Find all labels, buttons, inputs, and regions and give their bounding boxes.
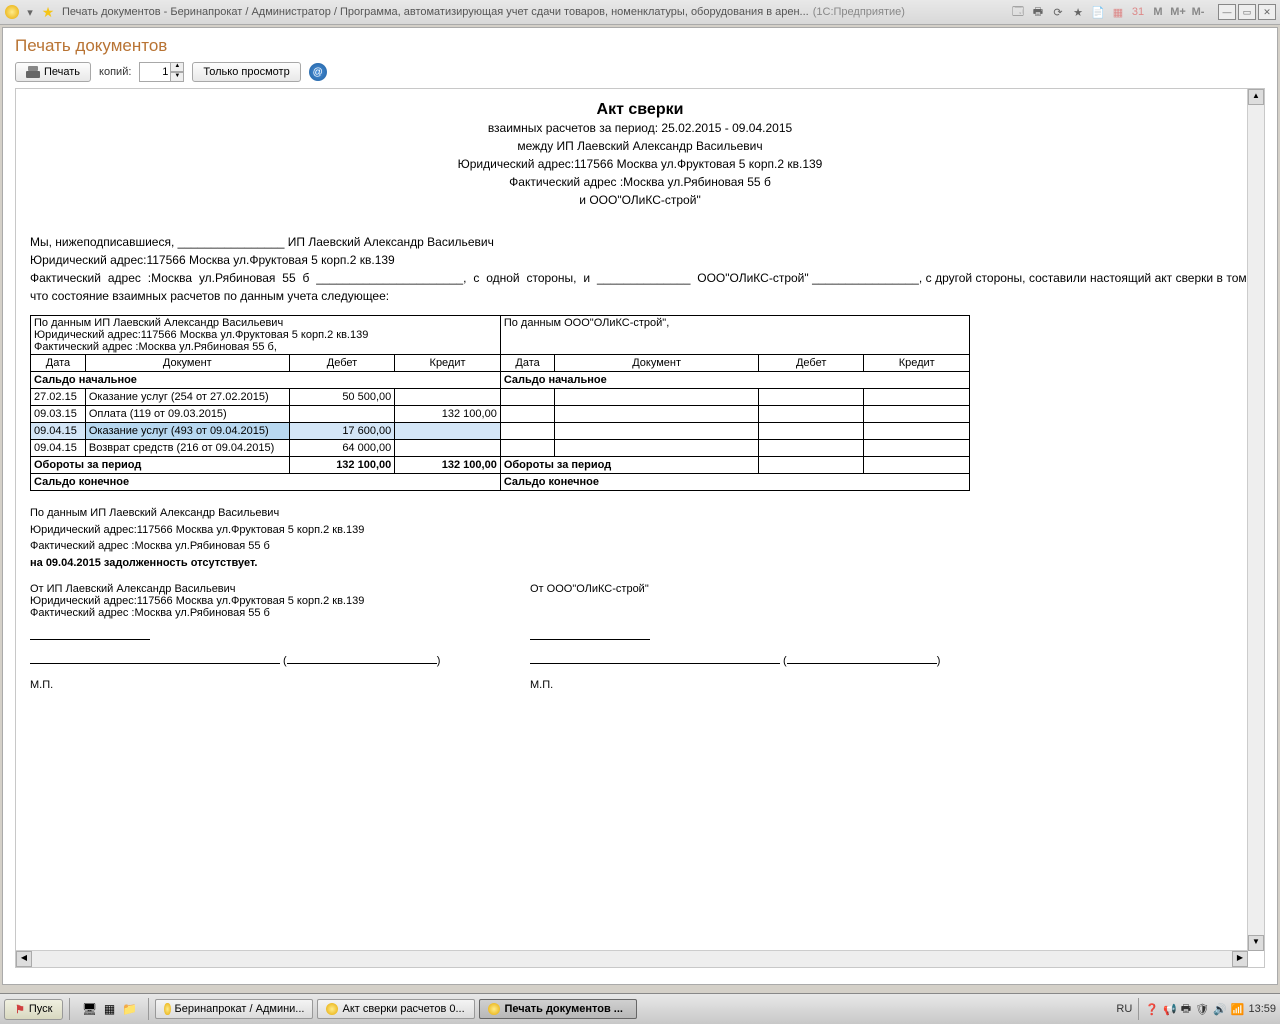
refresh-icon[interactable]: ⟳ [1050,4,1066,20]
signature-block: От ИП Лаевский Александр Васильевич Юрид… [30,583,1250,691]
document-viewport: Акт сверки взаимных расчетов за период: … [15,88,1265,968]
table-row[interactable]: 27.02.15Оказание услуг (254 от 27.02.201… [31,389,970,406]
vertical-scrollbar[interactable]: ▲ ▼ [1247,89,1264,951]
titlebar-icon[interactable]: 📄 [1090,4,1106,20]
table-row: Сальдо начальное Сальдо начальное [31,372,970,389]
titlebar-icon[interactable]: 🗔 [1010,4,1026,20]
preamble-text: Мы, нижеподписавшиеся, ________________ … [30,233,1250,305]
tray-icon[interactable]: 🖶 [1181,1000,1191,1019]
horizontal-scrollbar[interactable]: ◀ ▶ [16,950,1248,967]
taskbar-tab[interactable]: Акт сверки расчетов 0... [317,999,475,1019]
table-row[interactable]: 09.04.15Возврат средств (216 от 09.04.20… [31,440,970,457]
signature-left: От ИП Лаевский Александр Васильевич Юрид… [30,583,470,691]
copies-input[interactable] [139,62,171,82]
table-row: Обороты за период 132 100,00 132 100,00 … [31,457,970,474]
preview-only-button[interactable]: Только просмотр [192,62,300,82]
tray-icon[interactable]: 🔊 [1213,1003,1227,1016]
printer-icon [26,66,40,78]
signature-right: От ООО"ОЛиКС-строй" () М.П. [530,583,970,691]
print-button[interactable]: Печать [15,62,91,82]
memory-mminus-icon[interactable]: M- [1190,4,1206,20]
maximize-button[interactable]: ▭ [1238,4,1256,20]
system-tray: RU ❓ 📢 🖶 🛡 🔊 📶 13:59 [1116,998,1276,1020]
tray-help-icon[interactable]: ❓ [1145,1003,1159,1016]
print-button-label: Печать [44,66,80,78]
scroll-left-button[interactable]: ◀ [16,951,32,967]
tray-icon[interactable]: 📶 [1231,1003,1245,1016]
taskbar: ⚑ Пуск 🖥 ▦ 📁 Беринапрокат / Админи... Ак… [0,993,1280,1024]
ql-icon[interactable]: 📁 [120,1000,138,1018]
favorite-icon[interactable]: ★ [40,4,56,20]
minimize-button[interactable]: — [1218,4,1236,20]
titlebar-icon[interactable]: ★ [1070,4,1086,20]
memory-mplus-icon[interactable]: M+ [1170,4,1186,20]
calculator-icon[interactable]: ▦ [1110,4,1126,20]
ql-icon[interactable]: ▦ [100,1000,118,1018]
window-title: Печать документов - Беринапрокат / Админ… [62,6,809,18]
taskbar-tab-active[interactable]: Печать документов ... [479,999,637,1019]
dropdown-icon[interactable]: ▾ [22,4,38,20]
app-1c-icon [4,4,20,20]
report-title: Акт сверки [30,101,1250,119]
table-row-selected[interactable]: 09.04.15Оказание услуг (493 от 09.04.201… [31,423,970,440]
report-subtitle: взаимных расчетов за период: 25.02.2015 … [30,119,1250,209]
memory-m-icon[interactable]: M [1150,4,1166,20]
window-subtitle: (1С:Предприятие) [813,6,905,18]
help-icon[interactable]: @ [309,63,327,81]
scroll-down-button[interactable]: ▼ [1248,935,1264,951]
table-row: По данным ИП Лаевский Александр Васильев… [31,316,970,355]
start-button[interactable]: ⚑ Пуск [4,999,63,1020]
window-titlebar: ▾ ★ Печать документов - Беринапрокат / А… [0,0,1280,25]
scroll-right-button[interactable]: ▶ [1232,951,1248,967]
close-button[interactable]: ✕ [1258,4,1276,20]
clock[interactable]: 13:59 [1248,1003,1276,1015]
quick-launch: 🖥 ▦ 📁 [76,1000,142,1018]
table-header-row: Дата Документ Дебет Кредит Дата Документ… [31,355,970,372]
print-icon[interactable]: 🖶 [1030,4,1046,20]
tray-icon[interactable]: 🛡 [1195,1003,1209,1016]
main-panel: Печать документов Печать копий: ▲ ▼ Толь… [2,27,1278,985]
table-row: Сальдо конечное Сальдо конечное [31,474,970,491]
taskbar-tab[interactable]: Беринапрокат / Админи... [155,999,313,1019]
toolbar: Печать копий: ▲ ▼ Только просмотр @ [3,60,1277,88]
ql-icon[interactable]: 🖥 [80,1000,98,1018]
scroll-up-button[interactable]: ▲ [1248,89,1264,105]
table-row[interactable]: 09.03.15Оплата (119 от 09.03.2015)132 10… [31,406,970,423]
lang-indicator[interactable]: RU [1116,1003,1132,1015]
titlebar-tools: 🗔 🖶 ⟳ ★ 📄 ▦ 31 M M+ M- — ▭ ✕ [1010,4,1276,20]
copies-label: копий: [99,66,131,78]
post-text: По данным ИП Лаевский Александр Васильев… [30,505,1250,571]
document-body: Акт сверки взаимных расчетов за период: … [16,89,1264,699]
tray-icon[interactable]: 📢 [1163,1003,1177,1016]
spinner-down-button[interactable]: ▼ [170,72,184,82]
calendar-icon[interactable]: 31 [1130,4,1146,20]
spinner-up-button[interactable]: ▲ [170,62,184,72]
reconciliation-table: По данным ИП Лаевский Александр Васильев… [30,315,970,491]
preview-only-label: Только просмотр [203,66,289,78]
page-title: Печать документов [3,28,1277,60]
